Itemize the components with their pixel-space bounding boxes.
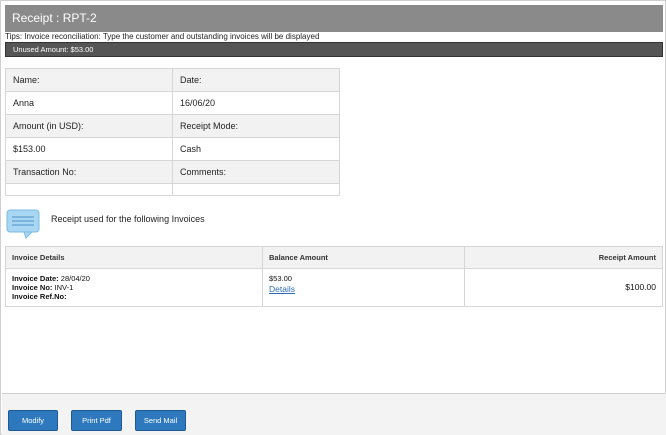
table-row: Invoice Date: 28/04/20 Invoice No: INV-1… (5, 268, 663, 307)
comments-value (172, 183, 340, 196)
column-header-balance-amount: Balance Amount (262, 246, 465, 269)
invoice-table-header: Invoice Details Balance Amount Receipt A… (5, 246, 663, 269)
date-label: Date: (172, 68, 340, 92)
balance-amount-value: $53.00 (269, 274, 292, 283)
receipt-info-table: Name: Date: Anna 16/06/20 Amount (in USD… (5, 68, 340, 196)
receipt-amount-cell: $100.00 (464, 268, 663, 307)
invoice-no-label: Invoice No: (12, 283, 53, 292)
comments-label: Comments: (172, 160, 340, 184)
invoice-no-line: Invoice No: INV-1 (12, 283, 256, 292)
amount-label: Amount (in USD): (5, 114, 173, 138)
send-mail-button[interactable]: Send Mail (135, 410, 186, 431)
tips-text: Tips: Invoice reconciliation: Type the c… (5, 32, 320, 41)
amount-value: $153.00 (5, 137, 173, 161)
invoice-no-value: INV-1 (54, 283, 74, 292)
invoice-date-label: Invoice Date: (12, 274, 59, 283)
name-value: Anna (5, 91, 173, 115)
receipt-mode-value: Cash (172, 137, 340, 161)
transaction-label: Transaction No: (5, 160, 173, 184)
info-label-row: Name: Date: (5, 68, 340, 92)
print-pdf-button[interactable]: Print Pdf (71, 410, 122, 431)
modify-button[interactable]: Modify (8, 410, 58, 431)
receipt-window: Receipt : RPT-2 Tips: Invoice reconcilia… (0, 0, 666, 435)
invoice-ref-label: Invoice Ref.No: (12, 292, 67, 301)
invoice-table: Invoice Details Balance Amount Receipt A… (5, 246, 663, 307)
date-value: 16/06/20 (172, 91, 340, 115)
invoice-details-cell: Invoice Date: 28/04/20 Invoice No: INV-1… (5, 268, 263, 307)
column-header-receipt-amount: Receipt Amount (464, 246, 663, 269)
info-label-row: Amount (in USD): Receipt Mode: (5, 114, 340, 138)
invoice-ref-line: Invoice Ref.No: (12, 292, 256, 301)
receipt-mode-label: Receipt Mode: (172, 114, 340, 138)
invoice-date-value: 28/04/20 (60, 274, 90, 283)
transaction-value (5, 183, 173, 196)
info-value-row: $153.00 Cash (5, 137, 340, 161)
details-link[interactable]: Details (269, 285, 295, 294)
page-title: Receipt : RPT-2 (5, 5, 663, 32)
unused-amount-bar: Unused Amount: $53.00 (5, 42, 663, 57)
column-header-invoice-details: Invoice Details (5, 246, 263, 269)
info-value-row (5, 183, 340, 196)
invoices-note: Receipt used for the following Invoices (6, 209, 306, 241)
name-label: Name: (5, 68, 173, 92)
invoices-note-text: Receipt used for the following Invoices (51, 214, 205, 224)
action-footer: Modify Print Pdf Send Mail (2, 393, 666, 435)
info-value-row: Anna 16/06/20 (5, 91, 340, 115)
invoice-date-line: Invoice Date: 28/04/20 (12, 274, 256, 283)
balance-amount-cell: $53.00 Details (262, 268, 465, 307)
info-label-row: Transaction No: Comments: (5, 160, 340, 184)
message-icon (6, 209, 40, 239)
